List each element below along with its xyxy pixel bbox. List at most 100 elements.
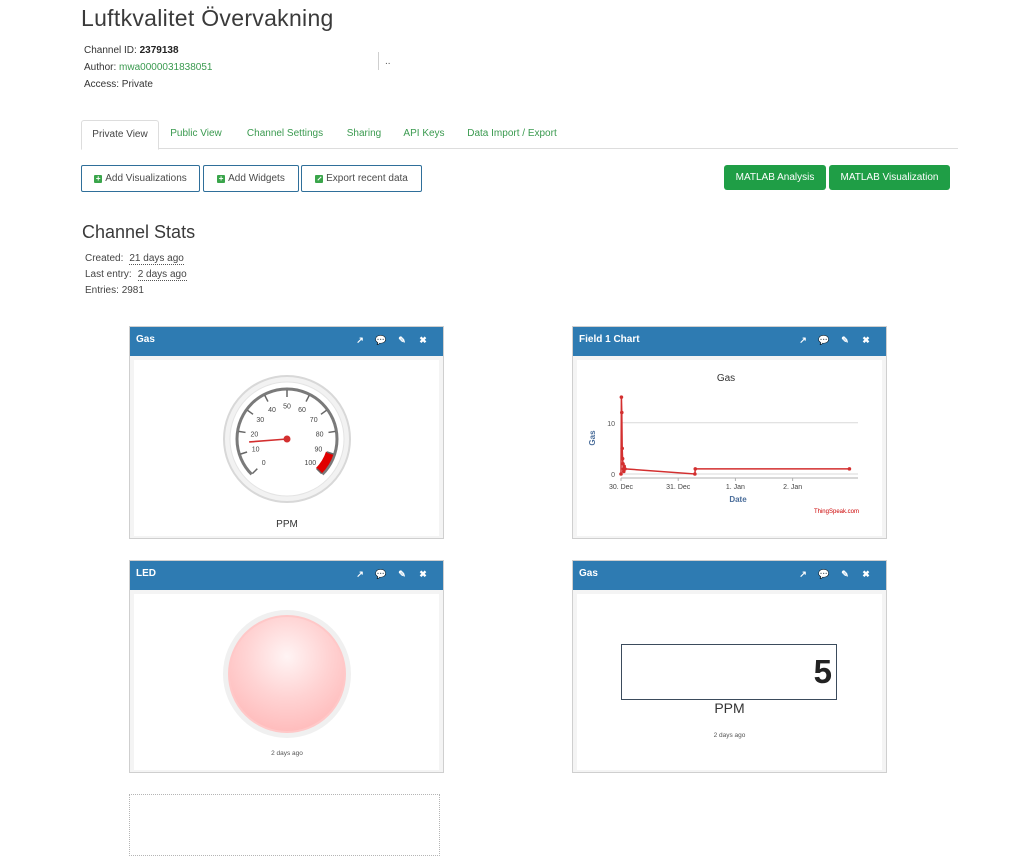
external-link-icon[interactable]: ↗ bbox=[797, 568, 809, 580]
led-svg: 2 days ago bbox=[223, 610, 351, 757]
stat-last-entry: Last entry: 2 days ago bbox=[85, 269, 187, 281]
channel-id: Channel ID: 2379138 bbox=[84, 45, 179, 56]
channel-title: Luftkvalitet Övervakning bbox=[81, 5, 334, 31]
close-icon[interactable]: ✖ bbox=[860, 568, 872, 580]
pencil-icon[interactable]: ✎ bbox=[839, 568, 851, 580]
widget-header: Gas ↗ 💬 ✎ ✖ bbox=[573, 561, 886, 590]
widget-body: 5 PPM 2 days ago bbox=[577, 594, 882, 770]
comment-icon[interactable]: 💬 bbox=[375, 568, 387, 580]
tab-channel-settings[interactable]: Channel Settings bbox=[241, 120, 329, 148]
gauge-tick-label: 10 bbox=[252, 447, 260, 454]
widget-header: Field 1 Chart ↗ 💬 ✎ ✖ bbox=[573, 327, 886, 356]
meta-divider bbox=[378, 52, 379, 70]
matlab-visualization-button[interactable]: MATLAB Visualization bbox=[829, 165, 950, 190]
chart-series-line bbox=[620, 397, 850, 475]
gauge-unit: PPM bbox=[276, 519, 298, 530]
close-icon[interactable]: ✖ bbox=[417, 568, 429, 580]
gauge-tick-label: 90 bbox=[314, 447, 322, 454]
close-icon[interactable]: ✖ bbox=[417, 334, 429, 346]
chart-point[interactable] bbox=[620, 446, 624, 451]
chart-x-tick-label: 2. Jan bbox=[783, 484, 802, 491]
widget-title: Gas bbox=[136, 334, 155, 345]
gauge-tick-label: 0 bbox=[262, 460, 266, 467]
widget-title: LED bbox=[136, 568, 156, 579]
add-widgets-button[interactable]: + Add Widgets bbox=[203, 165, 299, 192]
external-link-icon[interactable]: ↗ bbox=[797, 334, 809, 346]
comment-icon[interactable]: 💬 bbox=[375, 334, 387, 346]
author-link[interactable]: mwa0000031838051 bbox=[119, 62, 212, 73]
chart-title: Gas bbox=[717, 373, 735, 384]
led-timestamp: 2 days ago bbox=[271, 750, 303, 757]
gauge-tick-label: 40 bbox=[268, 407, 276, 414]
widget-placeholder bbox=[129, 794, 440, 856]
pencil-icon[interactable]: ✎ bbox=[396, 568, 408, 580]
tab-data-import-export[interactable]: Data Import / Export bbox=[462, 120, 562, 148]
chart-point[interactable] bbox=[620, 456, 625, 461]
gauge-tick-label: 30 bbox=[256, 417, 264, 424]
numeric-unit: PPM bbox=[714, 700, 745, 716]
created-label: Created: bbox=[85, 253, 124, 264]
channel-tabs: Private View Public View Channel Setting… bbox=[81, 120, 958, 150]
comment-icon[interactable]: 💬 bbox=[818, 334, 830, 346]
field-chart-widget: Field 1 Chart ↗ 💬 ✎ ✖ Gas Gas Date 0 10 30… bbox=[572, 326, 887, 539]
widget-body: Gas Gas Date 0 10 30. Dec 31. Dec 1. Jan 2. J… bbox=[577, 360, 882, 536]
chart-y-tick-label: 0 bbox=[611, 472, 615, 479]
stat-entries: Entries: 2981 bbox=[85, 285, 144, 296]
matlab-analysis-button[interactable]: MATLAB Analysis bbox=[724, 165, 826, 190]
gauge-needle-hub bbox=[283, 435, 291, 443]
last-entry-value: 2 days ago bbox=[137, 269, 187, 281]
widget-body: 2 days ago bbox=[134, 594, 439, 770]
led-light bbox=[228, 615, 346, 733]
gauge-tick-label: 50 bbox=[283, 404, 291, 411]
tab-private-view[interactable]: Private View bbox=[81, 120, 159, 150]
external-link-icon[interactable]: ↗ bbox=[354, 334, 366, 346]
created-value: 21 days ago bbox=[129, 253, 184, 265]
gauge-svg: 010 20 30 40 50 60 70 80 90 100 PPM bbox=[223, 375, 351, 530]
chart-credit[interactable]: ThingSpeak.com bbox=[814, 509, 859, 515]
gauge-tick-label: 20 bbox=[251, 431, 259, 438]
numeric-value: 5 bbox=[813, 653, 832, 690]
chart-x-tick-label: 30. Dec bbox=[609, 484, 634, 491]
export-recent-data-button[interactable]: Export recent data bbox=[301, 165, 422, 192]
chart-x-axis-label: Date bbox=[729, 495, 747, 504]
widget-title: Gas bbox=[579, 568, 598, 579]
add-visualizations-label: Add Visualizations bbox=[105, 173, 187, 184]
numeric-timestamp: 2 days ago bbox=[713, 732, 746, 739]
widget-body: 0 10 20 30 40 50 60 70 80 90 100 PPM bbox=[134, 360, 439, 536]
gauge-widget: Gas ↗ 💬 ✎ ✖ 0 10 20 30 40 50 60 70 80 90 100 PPM bbox=[129, 326, 444, 539]
author-label: Author: bbox=[84, 62, 117, 73]
access-value: Private bbox=[121, 79, 153, 90]
plus-icon: + bbox=[217, 173, 226, 183]
last-entry-label: Last entry: bbox=[85, 269, 132, 280]
close-icon[interactable]: ✖ bbox=[860, 334, 872, 346]
external-link-icon[interactable]: ↗ bbox=[354, 568, 366, 580]
chart-point[interactable] bbox=[623, 467, 627, 471]
plus-icon: + bbox=[94, 173, 103, 183]
tab-public-view[interactable]: Public View bbox=[163, 120, 229, 148]
pencil-icon[interactable]: ✎ bbox=[396, 334, 408, 346]
pencil-icon[interactable]: ✎ bbox=[839, 334, 851, 346]
gauge-tick-label: 70 bbox=[310, 417, 318, 424]
widget-title: Field 1 Chart bbox=[579, 334, 640, 345]
entries-label: Entries: bbox=[85, 285, 119, 296]
chart-x-tick-label: 31. Dec bbox=[666, 484, 691, 491]
chart-point[interactable] bbox=[619, 395, 624, 399]
tab-sharing[interactable]: Sharing bbox=[339, 120, 389, 148]
chart-y-axis-label: Gas bbox=[588, 430, 597, 446]
chart-x-tick-label: 1. Jan bbox=[726, 484, 745, 491]
gauge-tick-label: 100 bbox=[304, 460, 316, 467]
chart-point[interactable] bbox=[693, 472, 697, 476]
add-visualizations-button[interactable]: + Add Visualizations bbox=[81, 165, 200, 192]
tab-api-keys[interactable]: API Keys bbox=[399, 120, 449, 148]
chart-point[interactable] bbox=[693, 467, 698, 471]
export-icon bbox=[315, 174, 324, 183]
chart-point[interactable] bbox=[619, 472, 623, 476]
channel-access: Access: Private bbox=[84, 79, 153, 90]
chart-point[interactable] bbox=[847, 467, 852, 471]
numeric-widget: Gas ↗ 💬 ✎ ✖ 5 PPM 2 days ago bbox=[572, 560, 887, 773]
stat-created: Created: 21 days ago bbox=[85, 253, 184, 265]
channel-id-label: Channel ID: bbox=[84, 45, 137, 56]
numeric-box: 5 bbox=[621, 644, 837, 700]
comment-icon[interactable]: 💬 bbox=[818, 568, 830, 580]
chart-point[interactable] bbox=[619, 410, 624, 415]
